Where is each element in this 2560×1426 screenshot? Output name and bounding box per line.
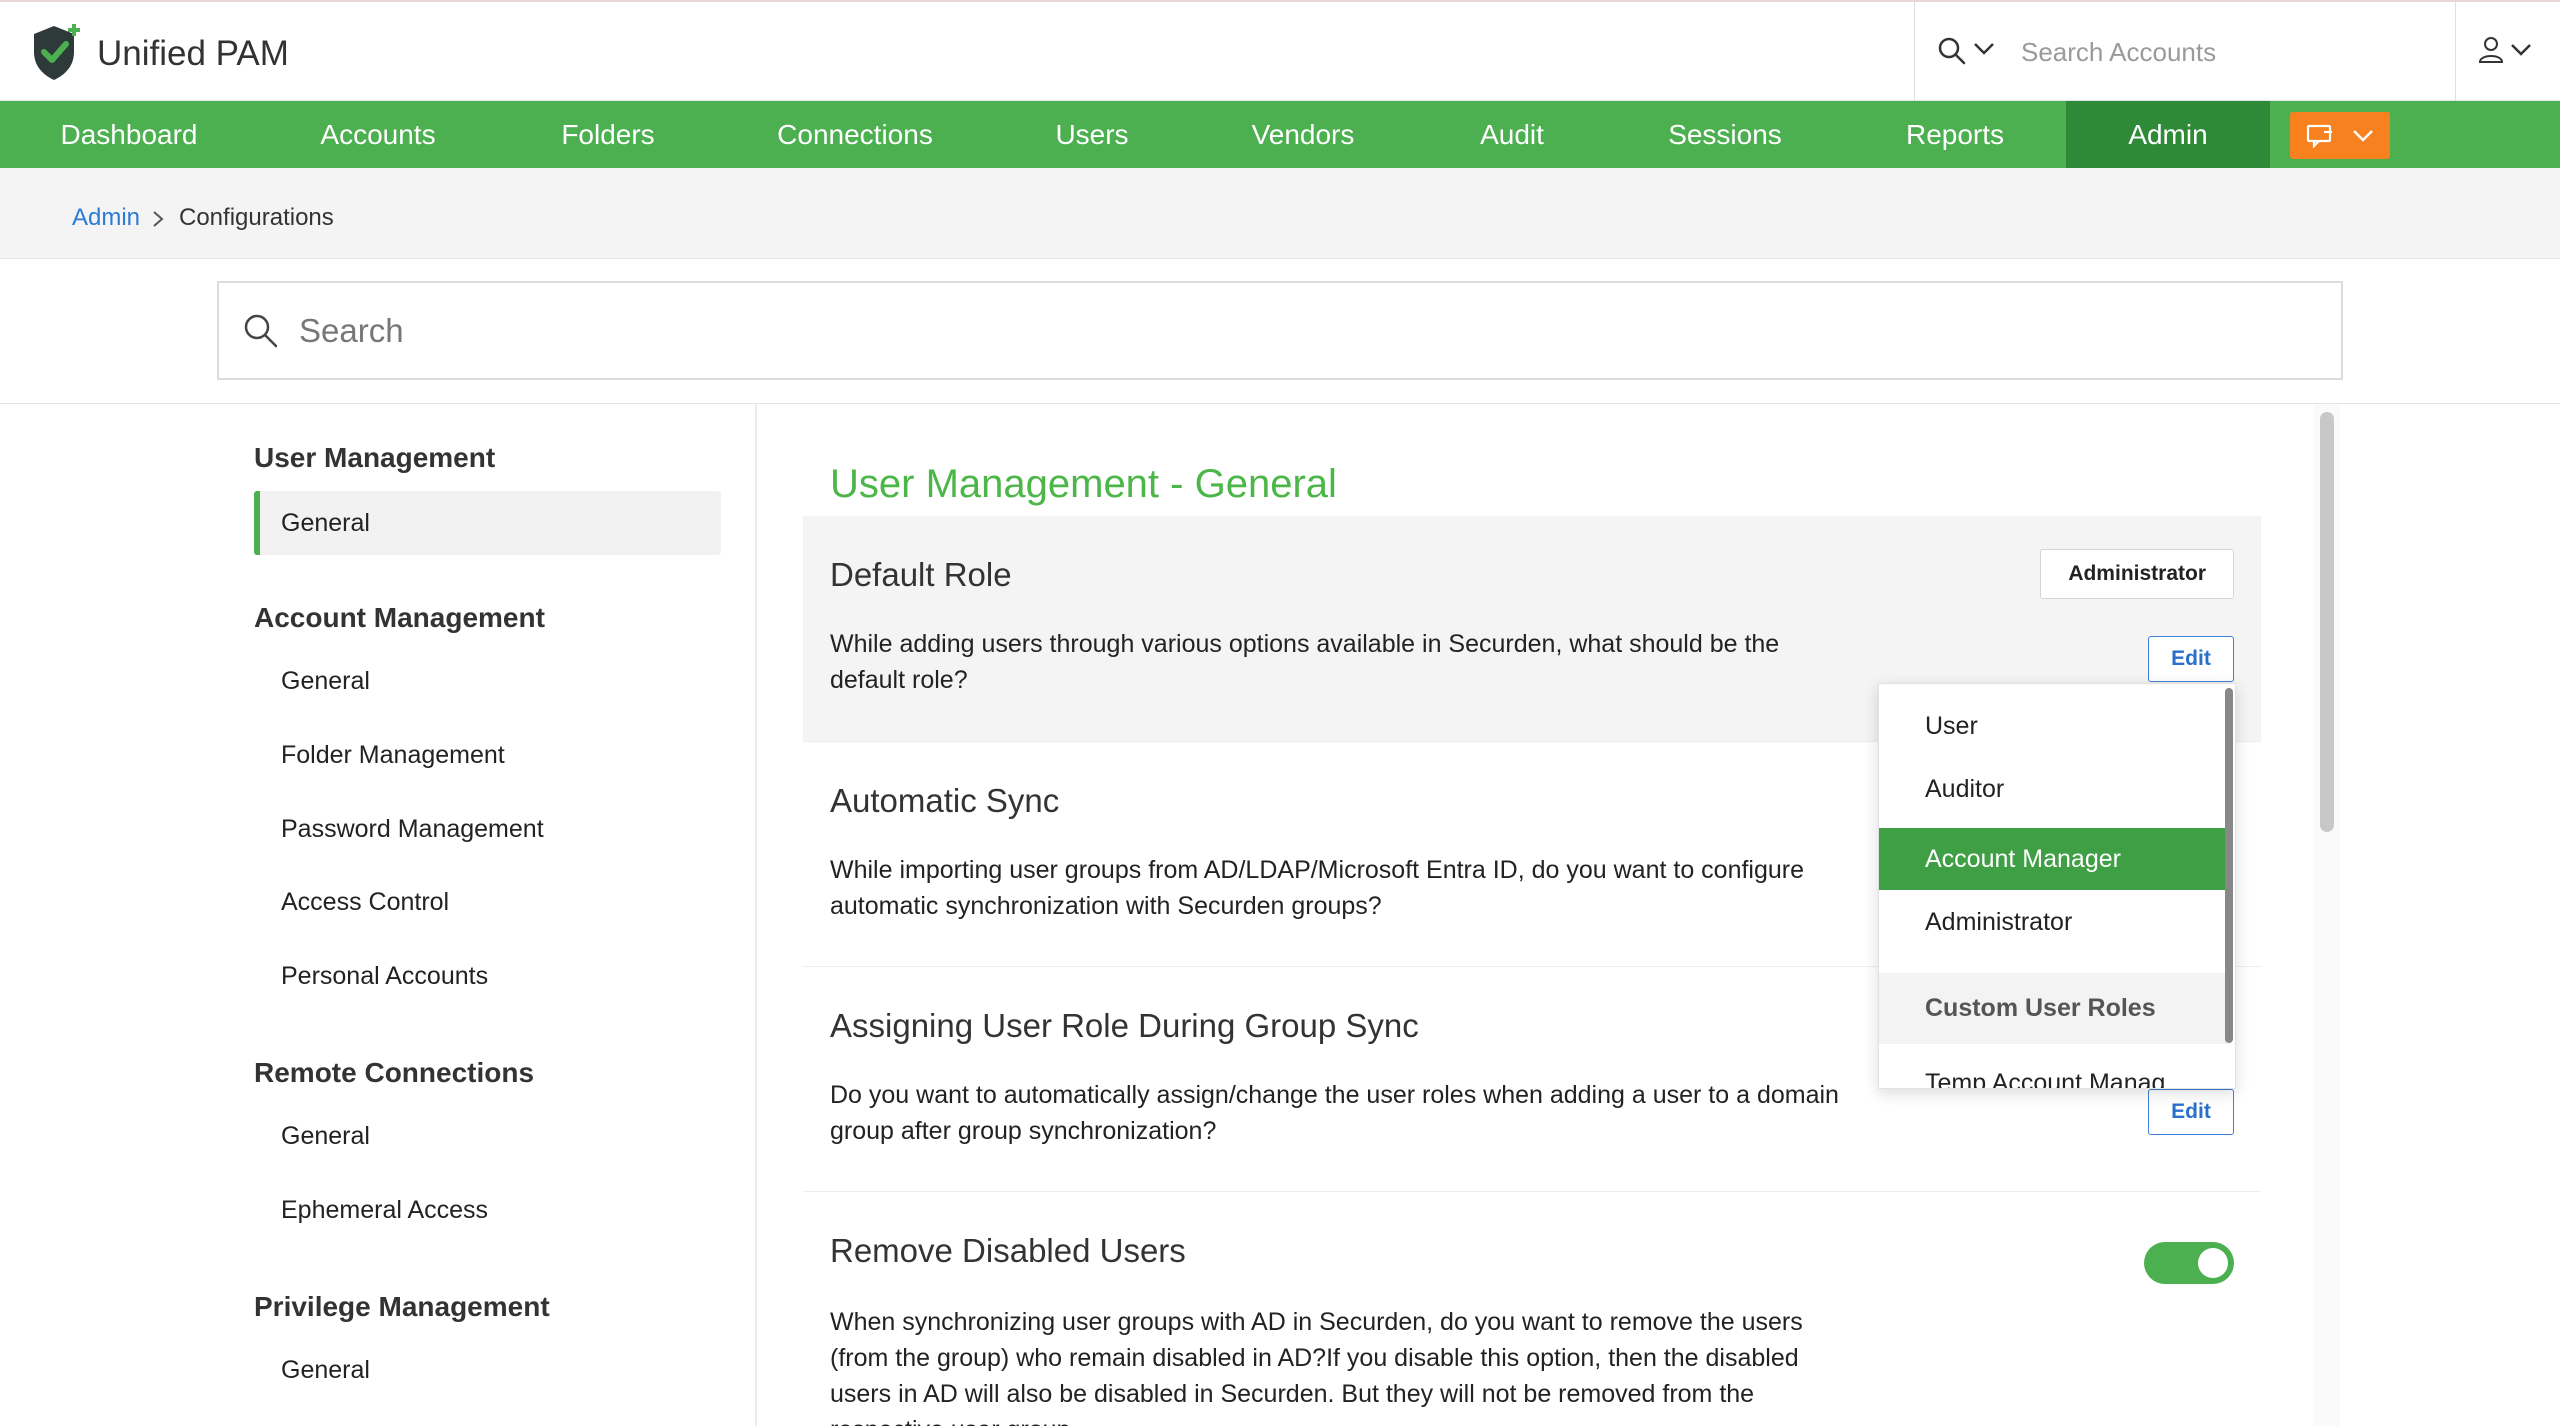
- sidebar-heading-user-management: User Management: [254, 442, 496, 473]
- nav-connections[interactable]: Connections: [740, 101, 970, 168]
- chevron-down-icon: [2511, 44, 2531, 56]
- section-description: While adding users through various optio…: [830, 630, 1780, 694]
- chevron-right-icon: [153, 211, 164, 227]
- search-icon: [244, 314, 278, 348]
- nav-accounts[interactable]: Accounts: [270, 101, 486, 168]
- nav-vendors[interactable]: Vendors: [1210, 101, 1396, 168]
- default-role-value: Administrator: [2040, 549, 2234, 599]
- section-title: Assigning User Role During Group Sync: [830, 1007, 1419, 1044]
- config-search-box: [217, 281, 2343, 380]
- settings-sidebar: User Management General Account Manageme…: [0, 404, 757, 1426]
- sidebar-item-remote-general[interactable]: General: [281, 1122, 370, 1151]
- config-search-bar: [0, 259, 2560, 404]
- toggle-knob: [2198, 1248, 2228, 1278]
- app-title: Unified PAM: [97, 34, 289, 73]
- global-search: [1914, 2, 2456, 103]
- sidebar-item-password-management[interactable]: Password Management: [281, 815, 544, 844]
- sidebar-item-access-control[interactable]: Access Control: [281, 888, 449, 917]
- breadcrumb: Admin Configurations: [0, 168, 2560, 259]
- nav-dashboard[interactable]: Dashboard: [26, 101, 232, 168]
- sidebar-item-folder-management[interactable]: Folder Management: [281, 741, 505, 770]
- search-accounts-input[interactable]: [2021, 30, 2421, 74]
- nav-sessions[interactable]: Sessions: [1636, 101, 1814, 168]
- config-search-input[interactable]: [299, 307, 2199, 355]
- chevron-down-icon[interactable]: [1973, 42, 1995, 56]
- role-dropdown: User Auditor Account Manager Administrat…: [1878, 683, 2236, 1089]
- main-nav: Dashboard Accounts Folders Connections U…: [0, 101, 2560, 168]
- sidebar-item-personal-accounts[interactable]: Personal Accounts: [281, 962, 488, 991]
- section-description: Do you want to automatically assign/chan…: [830, 1081, 1839, 1145]
- nav-folders[interactable]: Folders: [510, 101, 706, 168]
- remove-disabled-users-toggle[interactable]: [2144, 1242, 2234, 1284]
- nav-admin[interactable]: Admin: [2066, 101, 2270, 168]
- quick-actions-button[interactable]: [2290, 112, 2390, 159]
- user-menu[interactable]: [2478, 36, 2532, 64]
- section-title: Automatic Sync: [830, 782, 1060, 819]
- custom-user-roles-group: Custom User Roles: [1879, 973, 2227, 1044]
- sidebar-heading-remote-connections: Remote Connections: [254, 1057, 535, 1088]
- sidebar-item-user-general[interactable]: General: [254, 491, 721, 555]
- sidebar-item-privilege-general[interactable]: General: [281, 1356, 370, 1385]
- user-icon: [2478, 37, 2504, 63]
- shield-logo-icon: [34, 24, 80, 80]
- breadcrumb-admin-link[interactable]: Admin: [72, 204, 140, 232]
- sidebar-item-ephemeral-access[interactable]: Ephemeral Access: [281, 1196, 488, 1225]
- main-scrollbar-thumb[interactable]: [2320, 412, 2334, 832]
- section-description: When synchronizing user groups with AD i…: [830, 1308, 1803, 1426]
- dropdown-scrollbar[interactable]: [2225, 688, 2233, 1043]
- nav-users[interactable]: Users: [1010, 101, 1174, 168]
- role-option-user[interactable]: User: [1879, 694, 2227, 758]
- sidebar-heading-account-management: Account Management: [254, 602, 545, 633]
- section-title: Remove Disabled Users: [830, 1232, 1186, 1269]
- search-icon[interactable]: [1937, 36, 1967, 66]
- chevron-down-icon: [2353, 129, 2373, 142]
- settings-main: User Management - General Default Role A…: [757, 404, 2560, 1426]
- sidebar-heading-privilege-management: Privilege Management: [254, 1291, 550, 1322]
- chat-icon: [2306, 124, 2332, 148]
- edit-default-role-button[interactable]: Edit: [2148, 636, 2234, 682]
- top-header: Unified PAM: [0, 0, 2560, 103]
- nav-audit[interactable]: Audit: [1430, 101, 1594, 168]
- breadcrumb-current: Configurations: [179, 204, 334, 231]
- remove-disabled-users-section: Remove Disabled Users When synchronizing…: [803, 1192, 2261, 1426]
- role-option-temp-account-manager[interactable]: Temp Account Manag: [1879, 1052, 2227, 1088]
- role-option-account-manager[interactable]: Account Manager: [1879, 828, 2227, 890]
- edit-assign-role-button[interactable]: Edit: [2148, 1089, 2234, 1135]
- section-title: Default Role: [830, 556, 1012, 593]
- nav-reports[interactable]: Reports: [1870, 101, 2040, 168]
- page-title: User Management - General: [830, 462, 1337, 506]
- role-option-auditor[interactable]: Auditor: [1879, 758, 2227, 820]
- role-option-administrator[interactable]: Administrator: [1879, 891, 2227, 953]
- sidebar-item-account-general[interactable]: General: [281, 667, 370, 696]
- section-description: While importing user groups from AD/LDAP…: [830, 856, 1805, 920]
